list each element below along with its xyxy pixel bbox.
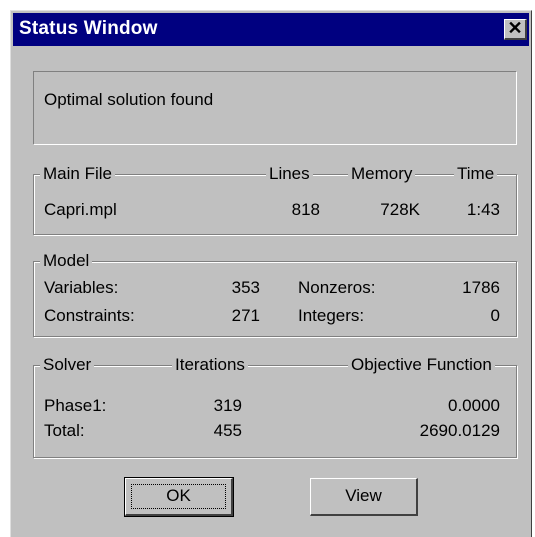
model-group: Model Variables: 353 Nonzeros: 1786 Cons… (33, 251, 517, 337)
status-message: Optimal solution found (44, 90, 214, 109)
status-message-box: Optimal solution found (33, 71, 517, 145)
model-header: Model (40, 251, 93, 271)
phase1-label: Phase1: (44, 396, 107, 415)
view-button-label: View (345, 486, 382, 505)
time-value: 1:43 (466, 200, 500, 219)
close-button[interactable]: ✕ (504, 19, 527, 40)
nonzeros-label: Nonzeros: (298, 278, 376, 297)
focus-rect (131, 484, 226, 509)
main-file-name: Capri.mpl (44, 200, 117, 219)
variables-value: 353 (231, 278, 260, 297)
objective-header: Objective Function (348, 355, 495, 375)
memory-header: Memory (348, 164, 416, 184)
integers-label: Integers: (298, 306, 365, 325)
solver-header: Solver (40, 355, 95, 375)
main-file-header: Main File (40, 164, 115, 184)
phase1-iterations: 319 (213, 396, 242, 415)
close-icon: ✕ (507, 18, 523, 38)
total-label: Total: (44, 421, 85, 440)
main-file-group: Main File Lines Memory Time Capri.mpl 81… (33, 164, 517, 235)
total-iterations: 455 (213, 421, 242, 440)
total-objective: 2690.0129 (419, 421, 500, 440)
time-header: Time (454, 164, 498, 184)
window-title: Status Window (19, 18, 158, 39)
ok-button[interactable]: OK (124, 477, 234, 517)
constraints-value: 271 (231, 306, 260, 325)
title-bar[interactable]: Status Window ✕ (13, 13, 529, 46)
variables-label: Variables: (44, 278, 119, 297)
nonzeros-value: 1786 (462, 278, 500, 297)
constraints-label: Constraints: (44, 306, 135, 325)
lines-value: 818 (291, 200, 320, 219)
iterations-header: Iterations (172, 355, 248, 375)
lines-header: Lines (266, 164, 313, 184)
solver-group: Solver Iterations Objective Function Pha… (33, 355, 517, 458)
phase1-objective: 0.0000 (448, 396, 500, 415)
status-window: Status Window ✕ Optimal solution found M… (10, 10, 532, 537)
memory-value: 728K (380, 200, 420, 219)
integers-value: 0 (490, 306, 500, 325)
view-button[interactable]: View (310, 478, 418, 516)
